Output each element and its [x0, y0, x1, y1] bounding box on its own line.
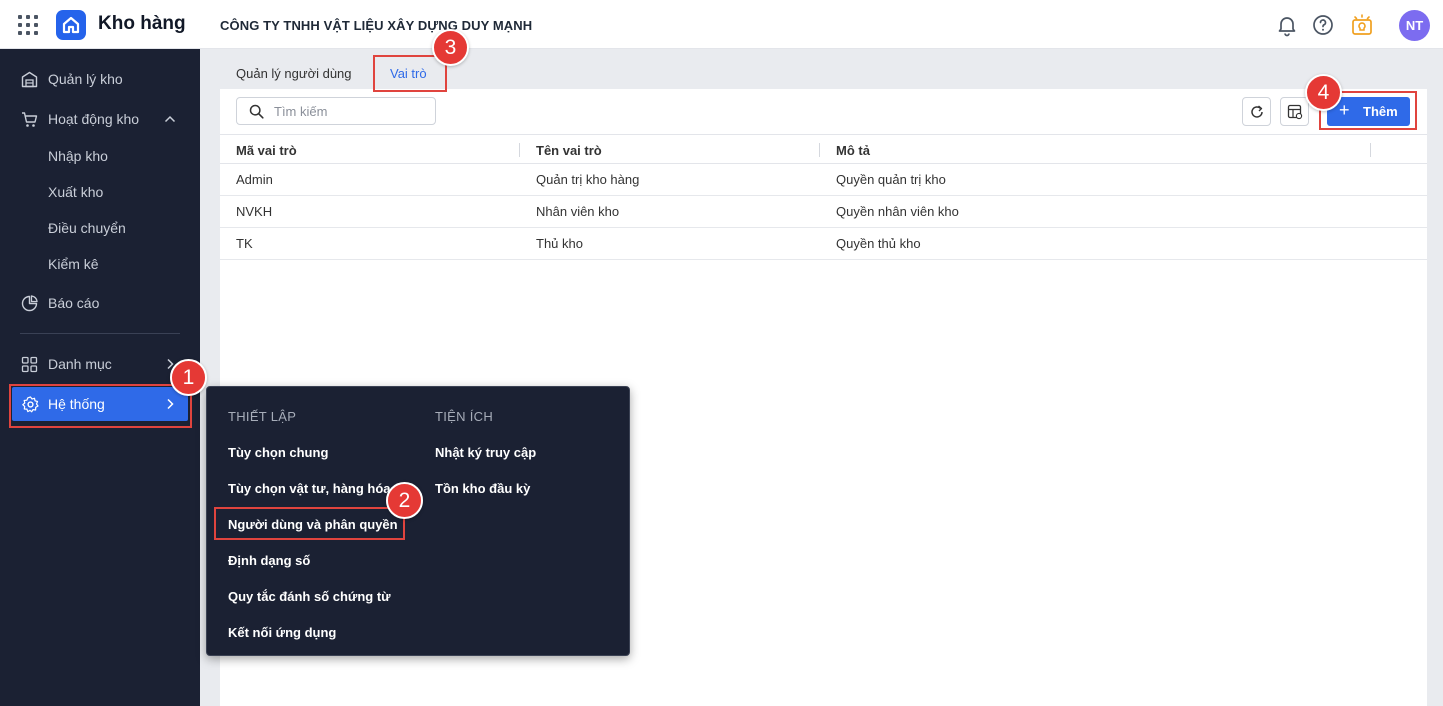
search-input[interactable]: Tìm kiếm — [236, 97, 436, 125]
sidebar-item-hoat-dong-kho[interactable]: Hoạt động kho — [0, 102, 200, 136]
cell-ma-vai-tro: NVKH — [236, 204, 273, 219]
column-header-ma-vai-tro[interactable]: Mã vai trò — [236, 143, 297, 158]
tab-quan-ly-nguoi-dung[interactable]: Quản lý người dùng — [236, 66, 352, 81]
lightbulb-icon[interactable] — [1350, 13, 1374, 37]
refresh-button[interactable] — [1242, 97, 1271, 126]
menu-item-quy-tac-danh-so[interactable]: Quy tắc đánh số chứng từ — [228, 589, 391, 604]
menu-item-dinh-dang-so[interactable]: Định dạng số — [228, 553, 310, 568]
sidebar-subitem-kiem-ke[interactable]: Kiểm kê — [48, 256, 99, 272]
step-badge-2: 2 — [386, 482, 423, 519]
sidebar-subitem-dieu-chuyen[interactable]: Điều chuyển — [48, 220, 126, 236]
step-badge-3: 3 — [432, 29, 469, 66]
search-placeholder: Tìm kiếm — [274, 104, 328, 119]
apps-grid-icon[interactable] — [18, 15, 38, 35]
cell-ten-vai-tro: Nhân viên kho — [536, 204, 620, 219]
refresh-icon — [1251, 105, 1263, 118]
menu-header-thiet-lap: THIẾT LẬP — [228, 409, 297, 424]
table-row[interactable]: NVKH Nhân viên kho Quyền nhân viên kho — [220, 196, 1427, 228]
menu-item-ton-kho-dau-ky[interactable]: Tồn kho đầu kỳ — [435, 481, 530, 496]
grid-icon — [21, 356, 38, 373]
column-header-ten-vai-tro[interactable]: Tên vai trò — [536, 143, 602, 158]
highlight-box-nguoi-dung — [214, 507, 405, 540]
step-badge-1: 1 — [170, 359, 207, 396]
top-bar: Kho hàng CÔNG TY TNHH VẬT LIỆU XÂY DỰNG … — [0, 0, 1443, 49]
sidebar-subitem-nhap-kho[interactable]: Nhập kho — [48, 148, 108, 164]
chevron-up-icon — [163, 112, 177, 126]
column-settings-button[interactable] — [1280, 97, 1309, 126]
cell-ma-vai-tro: Admin — [236, 172, 273, 187]
table-settings-icon — [1287, 104, 1303, 120]
menu-header-tien-ich: TIỆN ÍCH — [435, 409, 494, 424]
avatar[interactable]: NT — [1399, 10, 1430, 41]
sidebar-divider — [20, 333, 180, 334]
sidebar-item-quan-ly-kho[interactable]: Quản lý kho — [0, 62, 200, 96]
table-header: Mã vai trò Tên vai trò Mô tả — [220, 134, 1427, 164]
column-header-mo-ta[interactable]: Mô tả — [836, 143, 870, 158]
cart-icon — [21, 111, 38, 128]
column-divider[interactable] — [819, 143, 820, 157]
search-icon — [249, 104, 264, 119]
sidebar-subitem-xuat-kho[interactable]: Xuất kho — [48, 184, 103, 200]
sidebar-item-label: Danh mục — [48, 356, 112, 372]
cell-ma-vai-tro: TK — [236, 236, 253, 251]
cell-mo-ta: Quyền thủ kho — [836, 236, 921, 251]
table-row[interactable]: TK Thủ kho Quyền thủ kho — [220, 228, 1427, 260]
help-icon[interactable] — [1311, 13, 1335, 37]
sidebar-item-label: Quản lý kho — [48, 71, 123, 87]
sidebar-item-bao-cao[interactable]: Báo cáo — [0, 286, 200, 320]
column-divider[interactable] — [1370, 143, 1371, 157]
app-name: Kho hàng — [98, 13, 186, 34]
column-divider[interactable] — [519, 143, 520, 157]
cell-ten-vai-tro: Thủ kho — [536, 236, 583, 251]
cell-mo-ta: Quyền quản trị kho — [836, 172, 946, 187]
menu-item-ket-noi-ung-dung[interactable]: Kết nối ứng dụng — [228, 625, 336, 640]
highlight-box-vai-tro — [373, 55, 447, 92]
sidebar-item-label: Báo cáo — [48, 295, 100, 311]
pie-chart-icon — [21, 295, 38, 312]
bell-icon[interactable] — [1275, 13, 1299, 37]
cell-mo-ta: Quyền nhân viên kho — [836, 204, 959, 219]
step-badge-4: 4 — [1305, 74, 1342, 111]
menu-item-tuy-chon-vat-tu[interactable]: Tùy chọn vật tư, hàng hóa — [228, 481, 391, 496]
highlight-box-he-thong — [9, 384, 192, 428]
sidebar-item-label: Hoạt động kho — [48, 111, 140, 127]
menu-item-tuy-chon-chung[interactable]: Tùy chọn chung — [228, 445, 328, 460]
app-logo[interactable] — [56, 10, 86, 40]
warehouse-icon — [21, 71, 38, 88]
company-name: CÔNG TY TNHH VẬT LIỆU XÂY DỰNG DUY MẠNH — [220, 18, 533, 33]
menu-item-nhat-ky-truy-cap[interactable]: Nhật ký truy cập — [435, 445, 536, 460]
cell-ten-vai-tro: Quản trị kho hàng — [536, 172, 640, 187]
table-row[interactable]: Admin Quản trị kho hàng Quyền quản trị k… — [220, 164, 1427, 196]
